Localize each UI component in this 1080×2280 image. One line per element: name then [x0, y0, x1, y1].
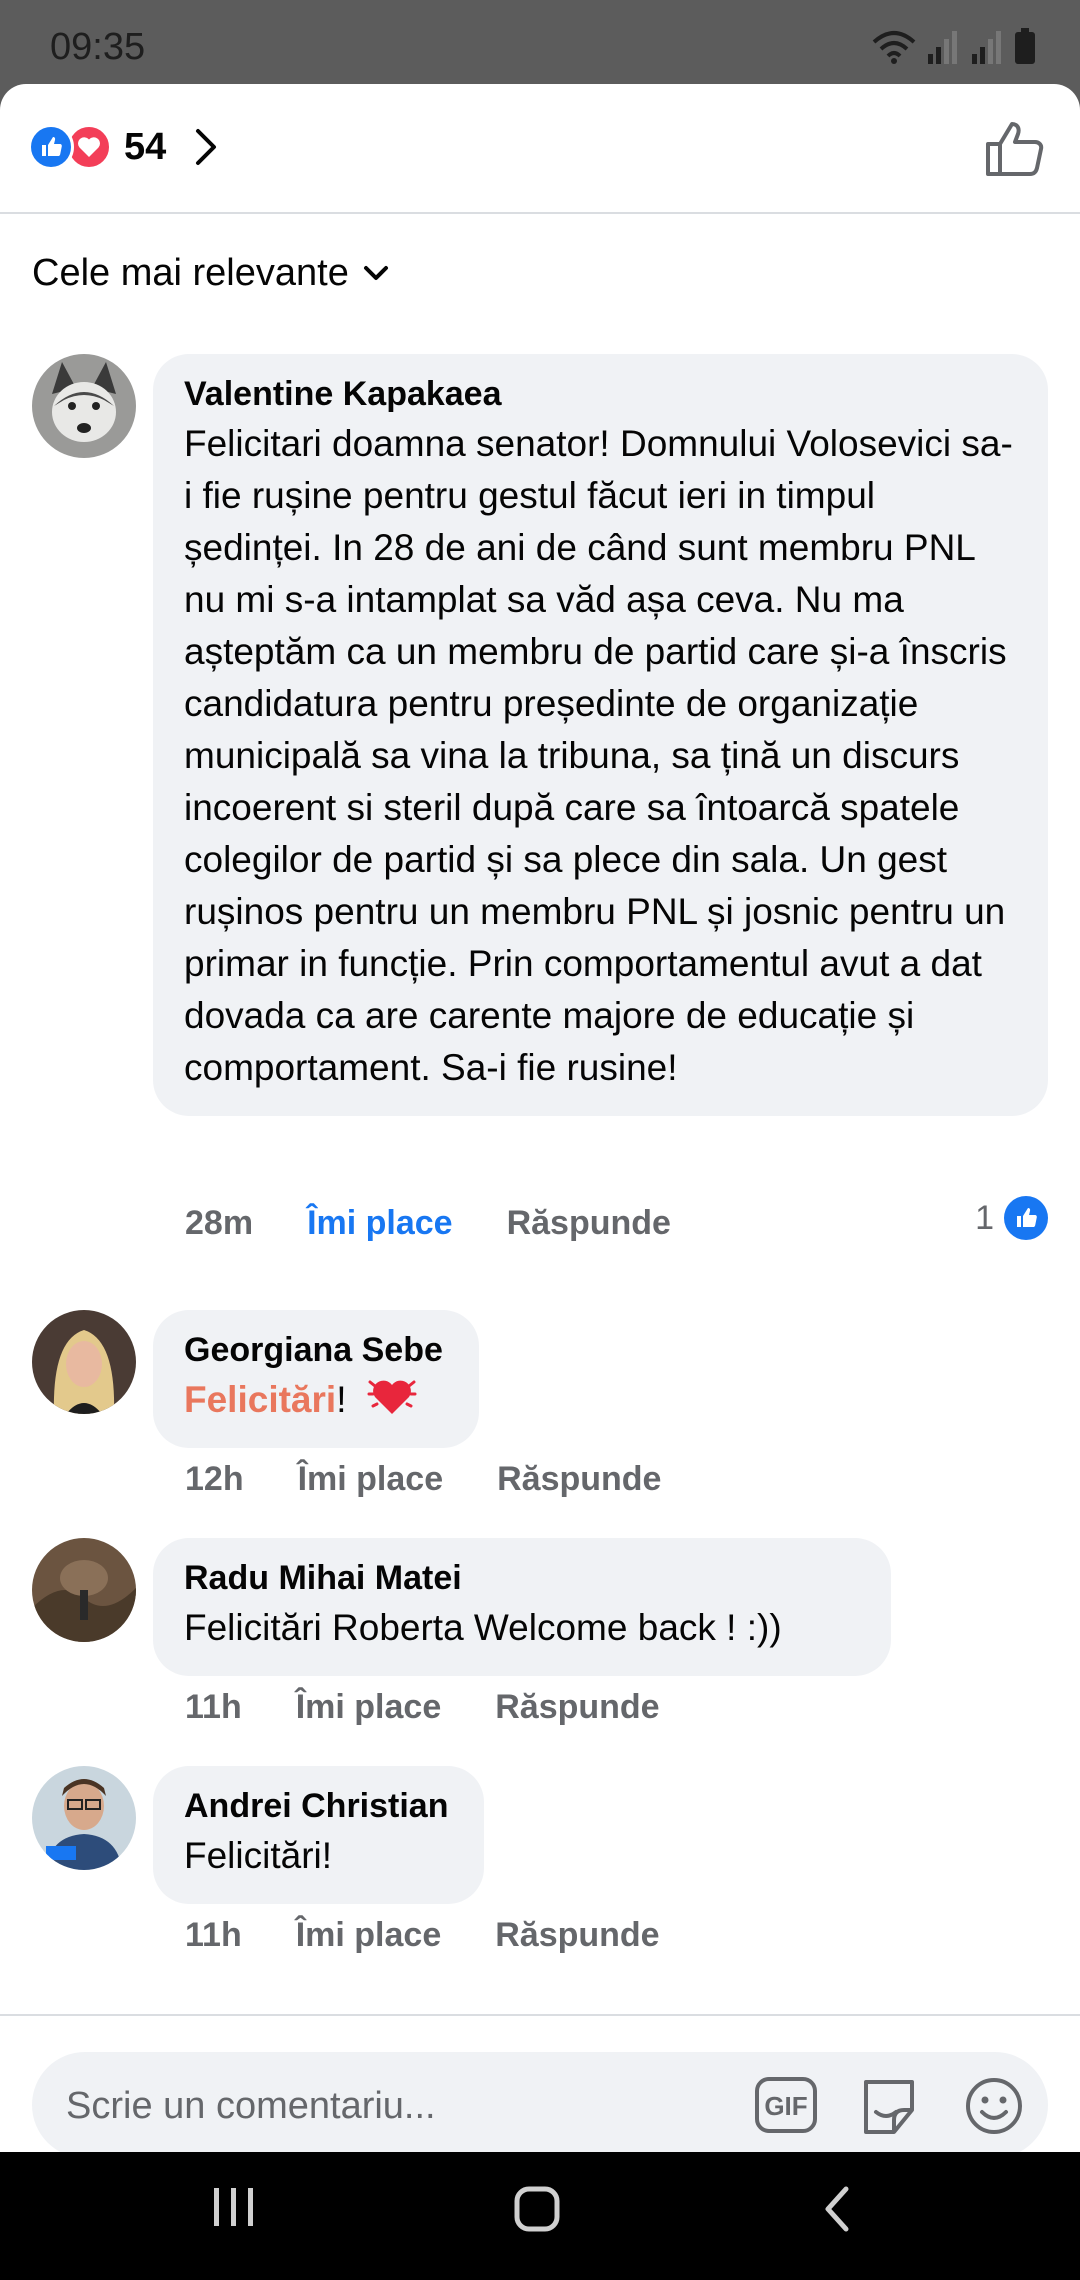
comment-author[interactable]: Radu Mihai Matei — [184, 1558, 859, 1598]
emoji-icon — [966, 2078, 1022, 2134]
like-button[interactable]: Îmi place — [296, 1688, 442, 1727]
comment-input[interactable] — [64, 2052, 748, 2152]
sort-label: Cele mai relevante — [32, 252, 349, 294]
signal-icon-2 — [972, 31, 1001, 64]
comment-composer-area: GIF — [0, 2014, 1080, 2152]
thumbs-up-outline-icon — [986, 122, 1044, 176]
comment-bubble[interactable]: Radu Mihai Matei Felicitări Roberta Welc… — [153, 1538, 891, 1676]
like-count-number: 1 — [975, 1198, 994, 1237]
sticker-button[interactable] — [858, 2076, 920, 2143]
system-nav-bar — [0, 2152, 1080, 2280]
comment-time: 11h — [185, 1688, 242, 1726]
like-button[interactable]: Îmi place — [307, 1204, 453, 1243]
comment-time: 28m — [185, 1204, 254, 1242]
comment-like-count[interactable]: 1 — [975, 1196, 1048, 1240]
emoji-button[interactable] — [964, 2076, 1024, 2141]
comment-text-rest: ! — [336, 1379, 347, 1420]
like-icon — [1004, 1196, 1048, 1240]
sticker-icon — [864, 2080, 914, 2134]
reply-button[interactable]: Răspunde — [495, 1916, 659, 1955]
comment-actions: 12h Îmi place Răspunde — [185, 1460, 661, 1499]
comment-bubble[interactable]: Georgiana Sebe Felicitări! — [153, 1310, 479, 1448]
comment-text: Felicitări Roberta Welcome back ! :)) — [184, 1607, 782, 1648]
like-post-button[interactable] — [984, 120, 1044, 183]
reply-button[interactable]: Răspunde — [495, 1688, 659, 1727]
status-time: 09:35 — [50, 26, 146, 68]
comment-text: Felicitari doamna senator! Domnului Volo… — [184, 423, 1013, 1088]
chevron-right-icon — [196, 129, 217, 165]
reply-button[interactable]: Răspunde — [497, 1460, 661, 1499]
comment-text: Felicitări! — [184, 1374, 447, 1426]
comment-time: 12h — [185, 1460, 244, 1498]
recent-apps-icon — [214, 2188, 253, 2226]
reaction-count: 54 — [124, 125, 167, 168]
comment-author[interactable]: Valentine Kapakaea — [184, 374, 1016, 414]
highlighted-text: Felicitări — [184, 1379, 337, 1420]
avatar[interactable] — [32, 1538, 136, 1642]
like-button[interactable]: Îmi place — [296, 1916, 442, 1955]
gif-button[interactable]: GIF — [754, 2076, 818, 2139]
like-button[interactable]: Îmi place — [298, 1460, 444, 1499]
comment-bubble[interactable]: Andrei Christian Felicitări! — [153, 1766, 484, 1904]
recent-apps-button[interactable] — [210, 2184, 258, 2235]
comment-composer: GIF — [32, 2052, 1048, 2152]
status-icons — [872, 28, 1036, 64]
comment-text: Felicitări! — [184, 1835, 333, 1876]
comment-actions: 11h Îmi place Răspunde — [185, 1916, 660, 1955]
comment-time: 11h — [185, 1916, 242, 1954]
avatar[interactable] — [32, 1766, 136, 1870]
back-icon — [825, 2186, 849, 2232]
comment-actions: 28m Îmi place Răspunde — [185, 1204, 671, 1243]
gif-icon: GIF — [755, 2077, 817, 2133]
reactions-header: 54 — [0, 84, 1080, 214]
home-button[interactable] — [512, 2184, 562, 2239]
like-reaction-icon — [28, 124, 74, 170]
sort-dropdown[interactable]: Cele mai relevante — [32, 252, 389, 295]
reactions-summary[interactable]: 54 — [28, 124, 218, 170]
beating-heart-icon — [367, 1380, 417, 1414]
comment-author[interactable]: Andrei Christian — [184, 1786, 452, 1826]
back-button[interactable] — [820, 2184, 854, 2239]
home-icon — [514, 2186, 560, 2232]
signal-icon — [928, 31, 957, 64]
status-bar: 09:35 — [0, 0, 1080, 88]
svg-text:GIF: GIF — [764, 2091, 807, 2121]
comment-actions: 11h Îmi place Răspunde — [185, 1688, 660, 1727]
reply-button[interactable]: Răspunde — [507, 1204, 671, 1243]
comment-author[interactable]: Georgiana Sebe — [184, 1330, 447, 1370]
wifi-icon — [872, 31, 916, 64]
chevron-down-icon — [363, 265, 388, 280]
battery-icon — [1015, 28, 1035, 64]
avatar[interactable] — [32, 354, 136, 458]
comment-bubble[interactable]: Valentine Kapakaea Felicitari doamna sen… — [153, 354, 1048, 1116]
comments-sheet: 54 Cele mai relevante Valentine Kapakaea… — [0, 84, 1080, 2152]
avatar[interactable] — [32, 1310, 136, 1414]
